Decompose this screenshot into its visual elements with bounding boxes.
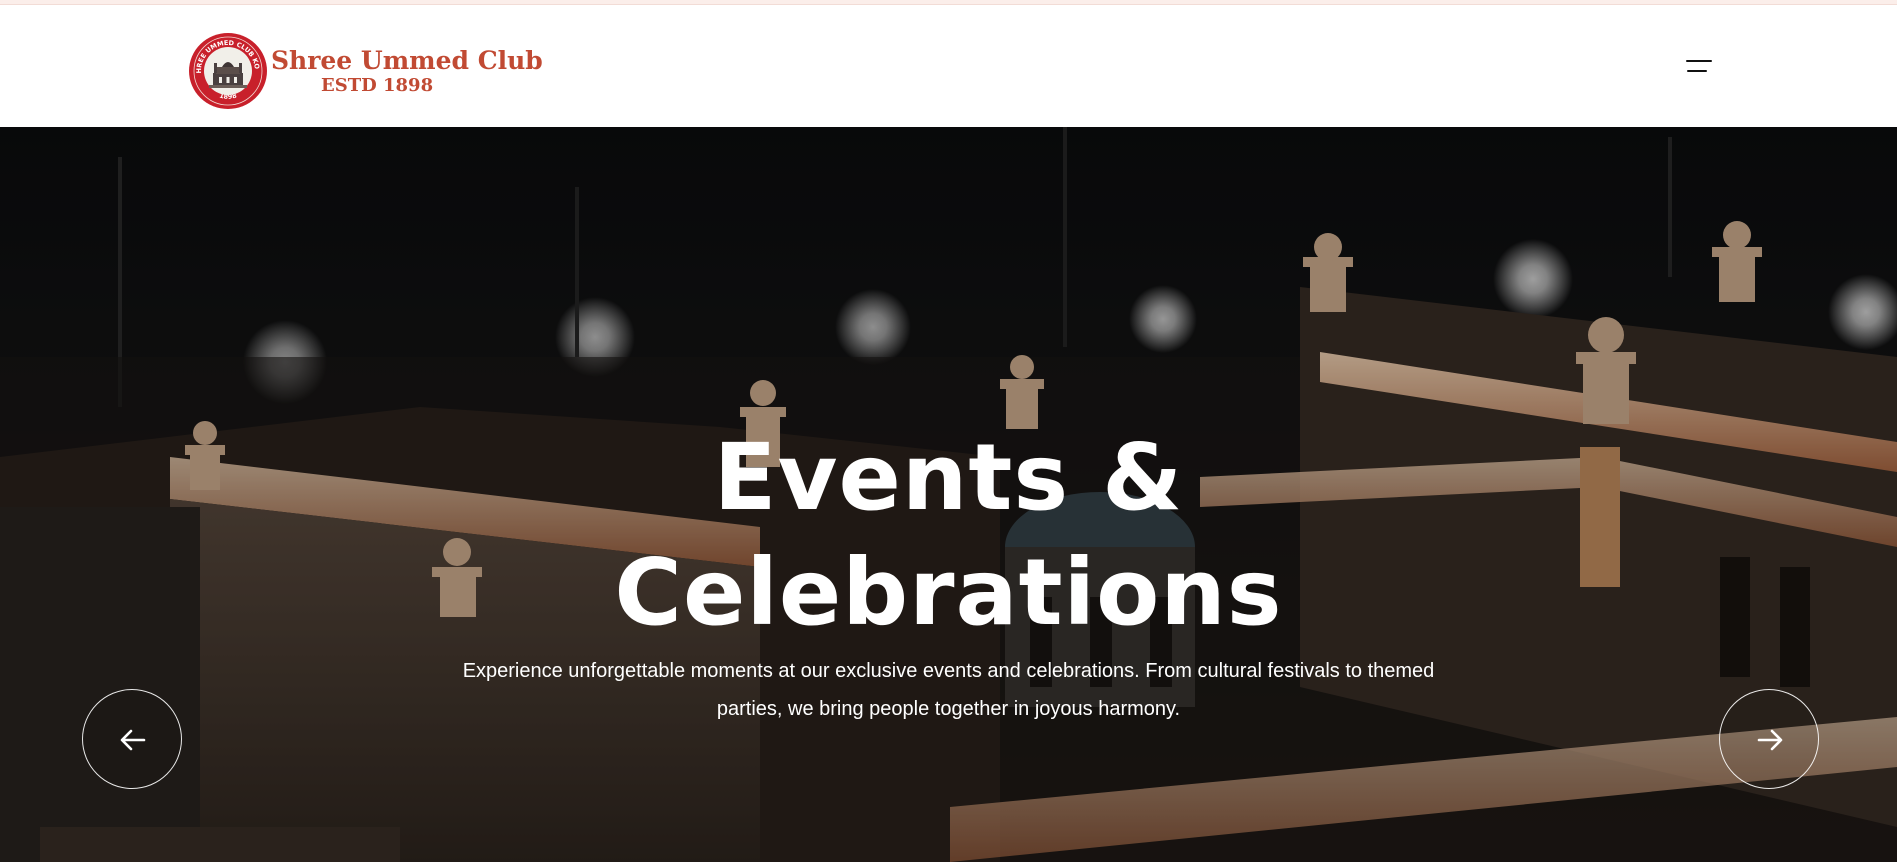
- menu-line-bottom: [1687, 70, 1707, 72]
- hero-slider: Events & Celebrations Experience unforge…: [0, 127, 1897, 862]
- club-seal-logo: SHREE UMMED CLUB KOTA 1898: [189, 33, 267, 109]
- site-logo[interactable]: SHREE UMMED CLUB KOTA 1898 Shree Ummed C…: [189, 33, 543, 109]
- slider-next-button[interactable]: [1719, 689, 1819, 789]
- hero-title: Events & Celebrations: [0, 420, 1897, 650]
- hero-title-line-2: Celebrations: [614, 539, 1283, 646]
- logo-subtitle: ESTD 1898: [321, 74, 434, 96]
- menu-line-top: [1686, 60, 1712, 62]
- slider-prev-button[interactable]: [82, 689, 182, 789]
- hero-description: Experience unforgettable moments at our …: [462, 660, 1435, 720]
- logo-text: Shree Ummed Club ESTD 1898: [271, 48, 543, 95]
- logo-title: Shree Ummed Club: [271, 45, 543, 75]
- site-header: SHREE UMMED CLUB KOTA 1898 Shree Ummed C…: [0, 5, 1897, 127]
- arrow-left-icon: [120, 729, 146, 751]
- hamburger-menu-icon[interactable]: [1681, 53, 1717, 79]
- arrow-right-icon: [1757, 729, 1783, 751]
- hero-title-line-1: Events &: [713, 424, 1184, 531]
